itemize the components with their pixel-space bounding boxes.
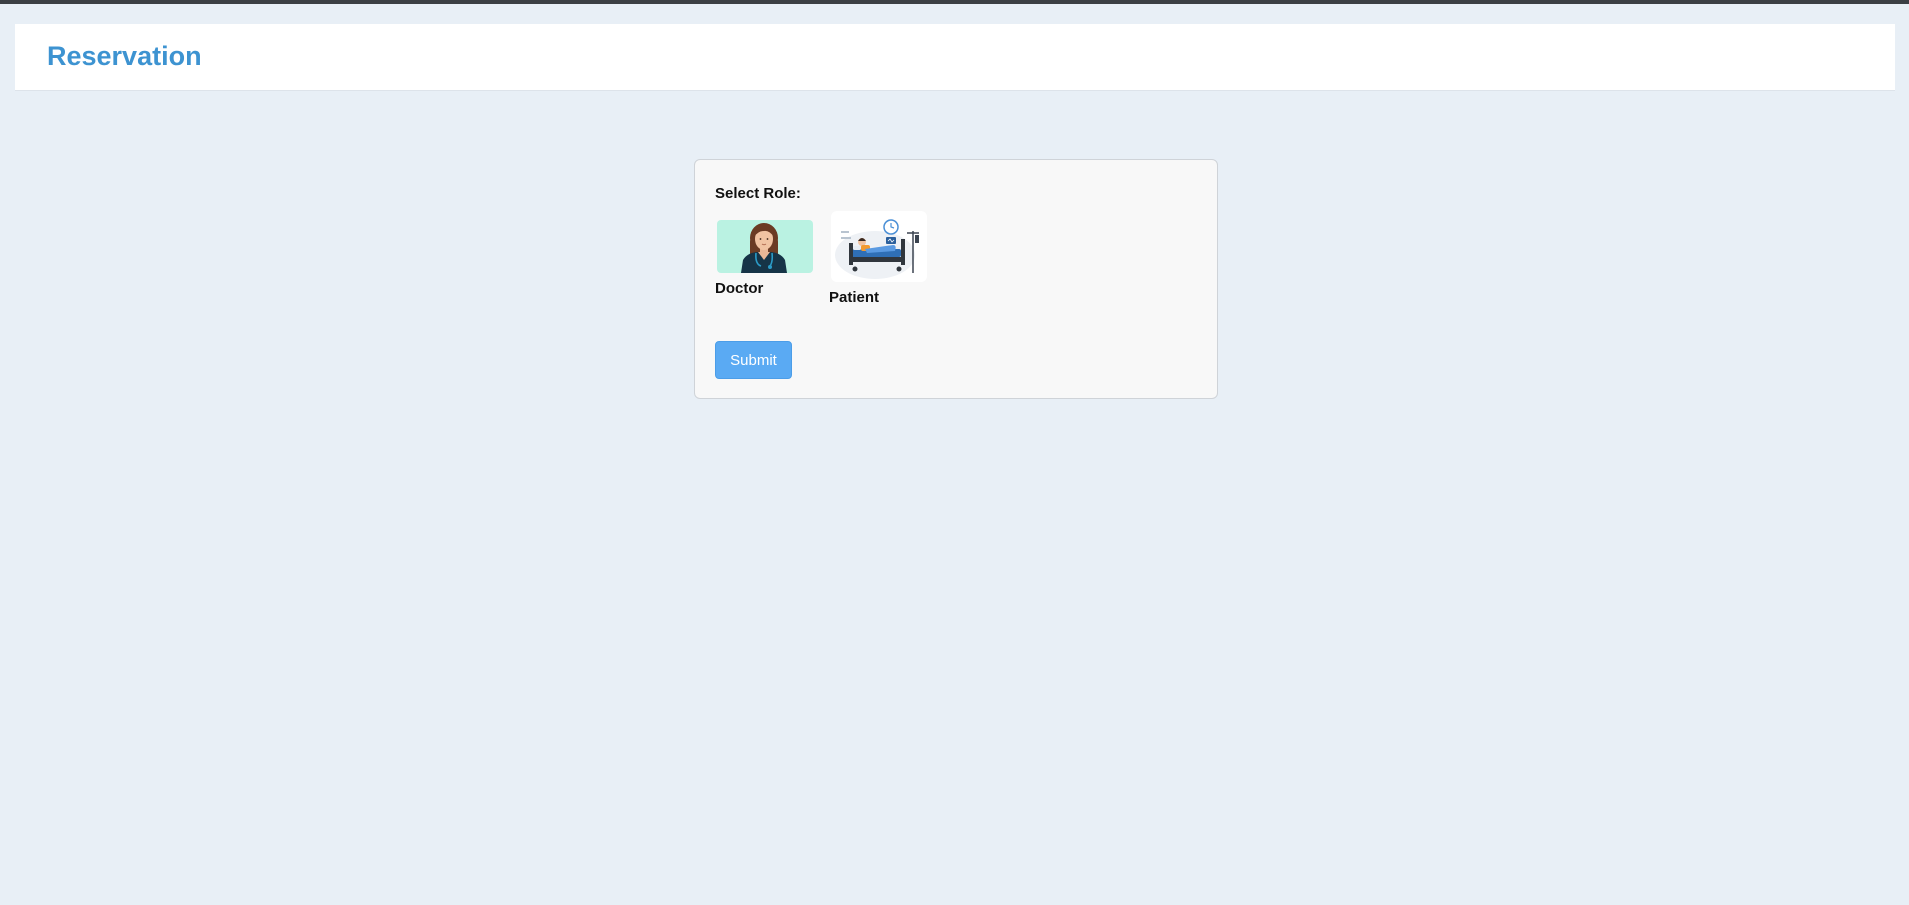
role-selection-card: Select Role: Doctor Patient Submit bbox=[694, 159, 1218, 399]
role-name-patient: Patient bbox=[829, 289, 880, 306]
page-header: Reservation bbox=[15, 24, 1895, 91]
page-title: Reservation bbox=[47, 41, 202, 71]
select-role-label: Select Role: bbox=[715, 185, 801, 202]
doctor-illustration-icon[interactable] bbox=[717, 220, 813, 273]
patient-hospital-bed-illustration-icon[interactable] bbox=[831, 211, 927, 282]
role-option-patient[interactable]: Patient bbox=[829, 211, 927, 306]
browser-top-bar bbox=[0, 0, 1909, 4]
submit-button[interactable]: Submit bbox=[715, 341, 792, 379]
role-option-doctor[interactable]: Doctor bbox=[715, 220, 813, 297]
role-name-doctor: Doctor bbox=[715, 280, 764, 297]
